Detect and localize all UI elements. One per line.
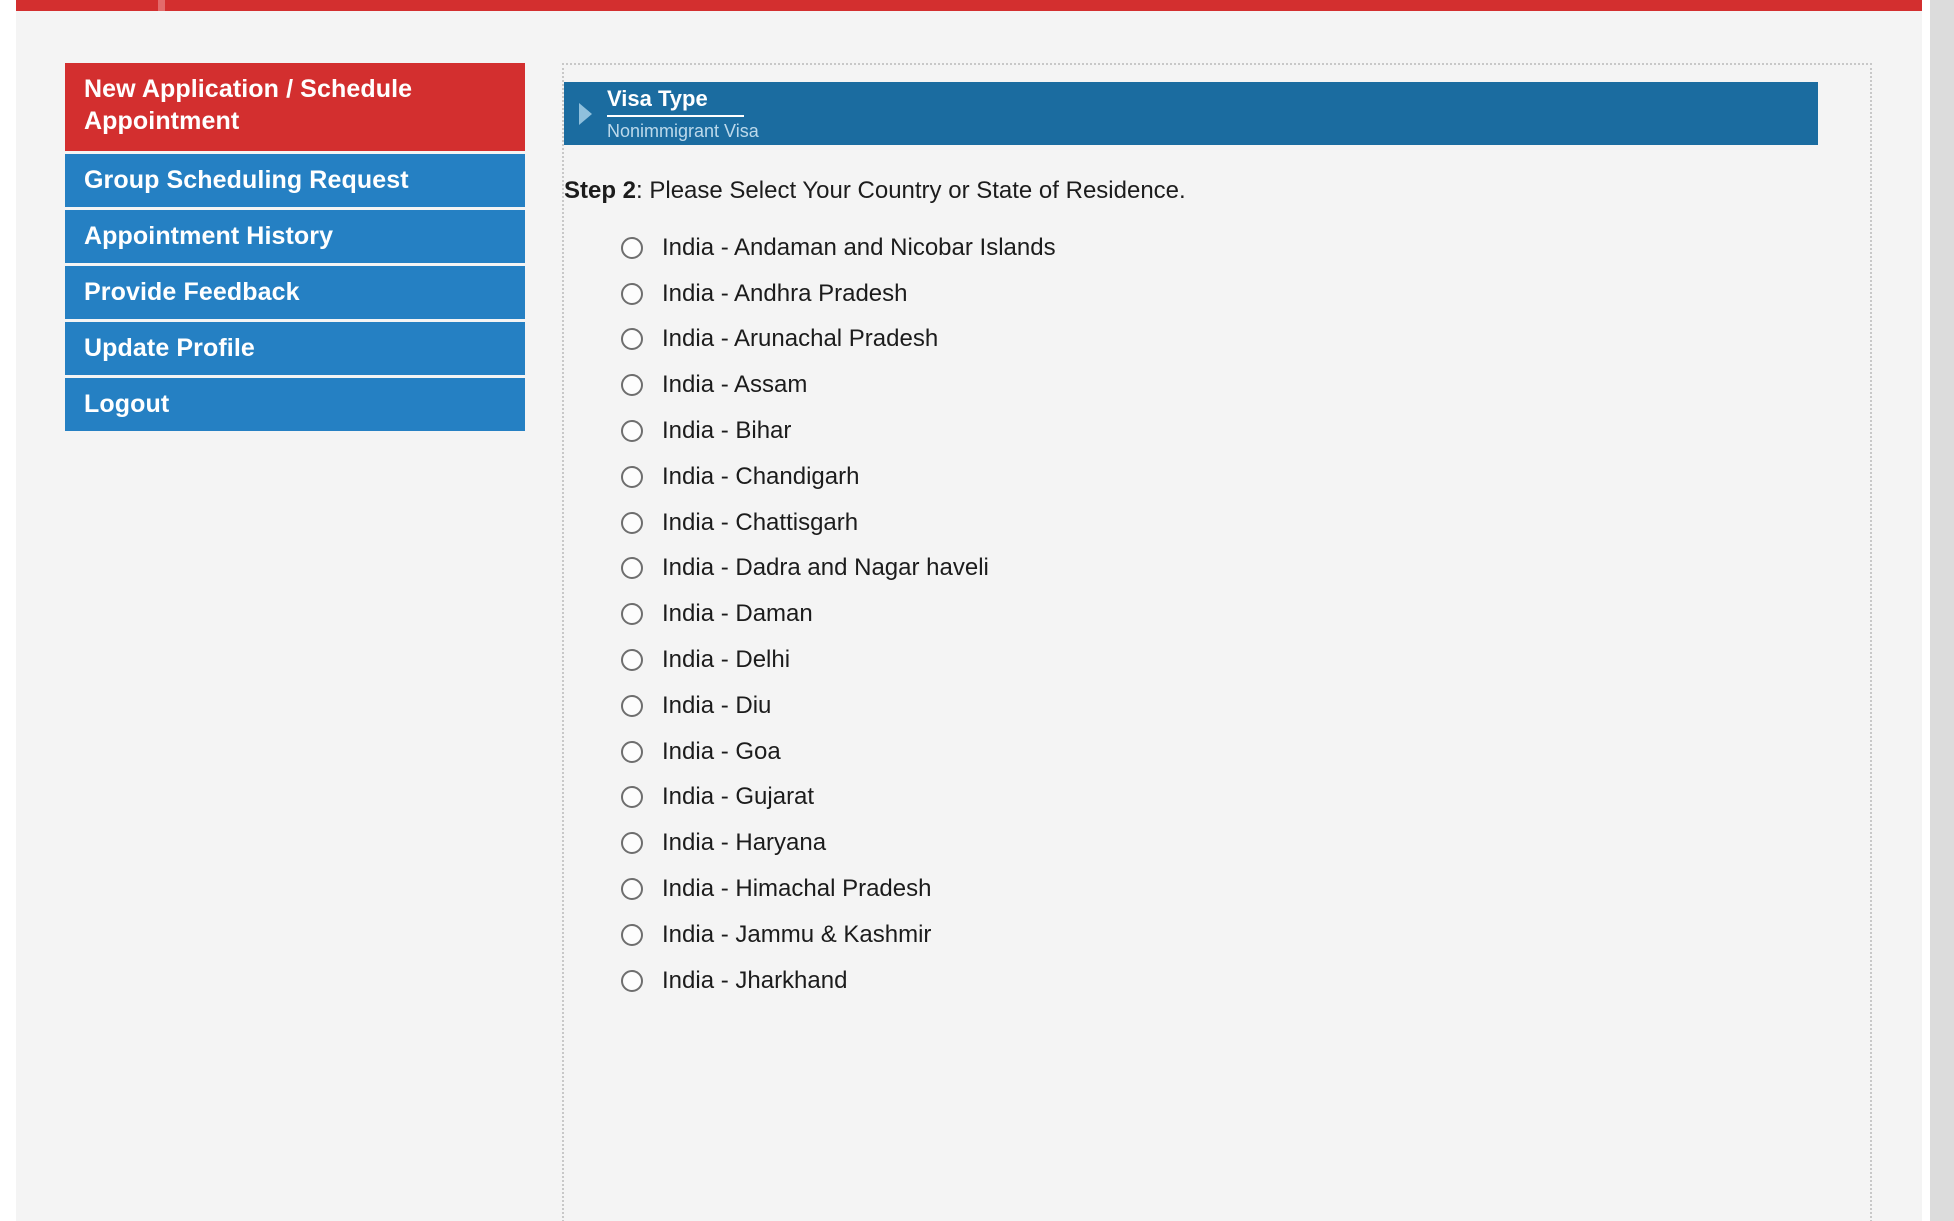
- visa-type-header[interactable]: Visa Type Nonimmigrant Visa: [564, 82, 1818, 145]
- residence-option-row[interactable]: India - Goa: [564, 729, 1814, 775]
- residence-option-label: India - Diu: [662, 691, 772, 719]
- vertical-scrollbar[interactable]: [1930, 0, 1954, 1221]
- residence-option-label: India - Chandigarh: [662, 462, 860, 490]
- residence-option-row[interactable]: India - Gujarat: [564, 775, 1814, 821]
- residence-option-label: India - Bihar: [662, 417, 792, 445]
- residence-option-label: India - Andaman and Nicobar Islands: [662, 233, 1056, 261]
- residence-option-row[interactable]: India - Andhra Pradesh: [564, 271, 1814, 317]
- radio-button[interactable]: [621, 282, 643, 305]
- radio-button[interactable]: [621, 878, 643, 901]
- residence-option-row[interactable]: India - Bihar: [564, 408, 1814, 454]
- residence-option-label: India - Daman: [662, 600, 813, 628]
- radio-button[interactable]: [621, 328, 643, 351]
- residence-option-row[interactable]: India - Haryana: [564, 820, 1814, 866]
- residence-option-row[interactable]: India - Diu: [564, 683, 1814, 729]
- step-instruction-text: : Please Select Your Country or State of…: [636, 177, 1186, 204]
- residence-option-row[interactable]: India - Jammu & Kashmir: [564, 912, 1814, 958]
- radio-button[interactable]: [621, 465, 643, 488]
- residence-option-label: India - Chattisgarh: [662, 508, 859, 536]
- residence-option-label: India - Jammu & Kashmir: [662, 920, 932, 948]
- radio-button[interactable]: [621, 969, 643, 992]
- visa-type-title: Visa Type: [607, 86, 744, 117]
- radio-button[interactable]: [621, 420, 643, 443]
- triangle-right-icon[interactable]: [579, 102, 592, 125]
- residence-options-list: India - Andaman and Nicobar Islands India…: [564, 225, 1814, 1004]
- sidebar-item-appointment-history[interactable]: Appointment History: [65, 210, 525, 263]
- sidebar-nav: New Application / Schedule Appointment Gr…: [65, 63, 525, 434]
- radio-button[interactable]: [621, 786, 643, 809]
- residence-option-label: India - Goa: [662, 737, 781, 765]
- residence-option-row[interactable]: India - Andaman and Nicobar Islands: [564, 225, 1814, 271]
- residence-option-row[interactable]: India - Assam: [564, 362, 1814, 408]
- radio-button[interactable]: [621, 236, 643, 259]
- residence-option-label: India - Gujarat: [662, 783, 815, 811]
- visa-type-text-group: Visa Type Nonimmigrant Visa: [607, 86, 759, 142]
- radio-button[interactable]: [621, 649, 643, 672]
- left-page-gutter: [0, 0, 16, 1221]
- sidebar-item-provide-feedback[interactable]: Provide Feedback: [65, 266, 525, 319]
- residence-option-row[interactable]: India - Delhi: [564, 637, 1814, 683]
- residence-option-label: India - Assam: [662, 371, 808, 399]
- residence-option-label: India - Dadra and Nagar haveli: [662, 554, 989, 582]
- step-number-label: Step 2: [564, 177, 637, 204]
- radio-button[interactable]: [621, 374, 643, 397]
- residence-option-row[interactable]: India - Chandigarh: [564, 454, 1814, 500]
- radio-button[interactable]: [621, 603, 643, 626]
- right-page-gutter: [1922, 0, 1930, 1221]
- sidebar-item-new-application-schedule-appointment[interactable]: New Application / Schedule Appointment: [65, 63, 525, 151]
- radio-button[interactable]: [621, 832, 643, 855]
- step-instruction: Step 2: Please Select Your Country or St…: [564, 177, 1186, 205]
- residence-option-label: India - Himachal Pradesh: [662, 875, 932, 903]
- brand-bar-divider: [158, 0, 165, 11]
- residence-option-label: India - Arunachal Pradesh: [662, 325, 939, 353]
- radio-button[interactable]: [621, 740, 643, 763]
- radio-button[interactable]: [621, 511, 643, 534]
- page-root: New Application / Schedule Appointment Gr…: [0, 0, 1954, 1221]
- residence-option-label: India - Andhra Pradesh: [662, 279, 908, 307]
- residence-option-row[interactable]: India - Dadra and Nagar haveli: [564, 546, 1814, 592]
- sidebar-item-logout[interactable]: Logout: [65, 378, 525, 431]
- sidebar-item-update-profile[interactable]: Update Profile: [65, 322, 525, 375]
- residence-option-row[interactable]: India - Arunachal Pradesh: [564, 317, 1814, 363]
- residence-option-row[interactable]: India - Chattisgarh: [564, 500, 1814, 546]
- residence-option-row[interactable]: India - Daman: [564, 591, 1814, 637]
- residence-option-row[interactable]: India - Jharkhand: [564, 958, 1814, 1004]
- main-content-panel: Visa Type Nonimmigrant Visa Step 2: Plea…: [562, 63, 1872, 1221]
- radio-button[interactable]: [621, 557, 643, 580]
- visa-type-subtitle: Nonimmigrant Visa: [607, 120, 759, 141]
- radio-button[interactable]: [621, 923, 643, 946]
- residence-option-label: India - Delhi: [662, 646, 791, 674]
- brand-top-bar: [16, 0, 1922, 11]
- radio-button[interactable]: [621, 694, 643, 717]
- residence-option-label: India - Jharkhand: [662, 966, 848, 994]
- residence-option-label: India - Haryana: [662, 829, 827, 857]
- sidebar-item-group-scheduling-request[interactable]: Group Scheduling Request: [65, 154, 525, 207]
- residence-option-row[interactable]: India - Himachal Pradesh: [564, 866, 1814, 912]
